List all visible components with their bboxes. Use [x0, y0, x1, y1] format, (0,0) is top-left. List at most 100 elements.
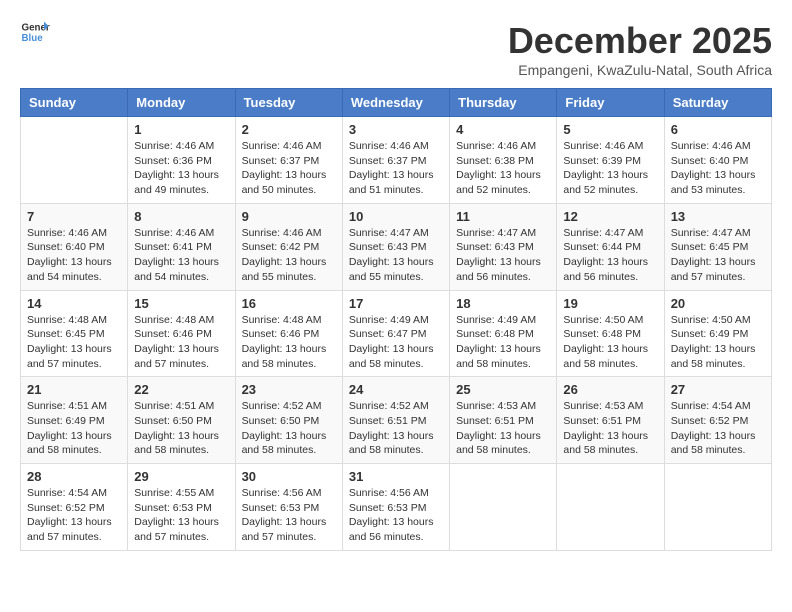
day-info: Sunrise: 4:53 AMSunset: 6:51 PMDaylight:…: [456, 399, 550, 458]
day-cell: 4 Sunrise: 4:46 AMSunset: 6:38 PMDaylight…: [450, 117, 557, 204]
day-cell: 18 Sunrise: 4:49 AMSunset: 6:48 PMDayligh…: [450, 290, 557, 377]
day-cell: [557, 464, 664, 551]
week-row-5: 28 Sunrise: 4:54 AMSunset: 6:52 PMDayligh…: [21, 464, 772, 551]
day-info: Sunrise: 4:49 AMSunset: 6:47 PMDaylight:…: [349, 313, 443, 372]
day-info: Sunrise: 4:46 AMSunset: 6:37 PMDaylight:…: [349, 139, 443, 198]
day-cell: 6 Sunrise: 4:46 AMSunset: 6:40 PMDaylight…: [664, 117, 771, 204]
title-area: December 2025 Empangeni, KwaZulu-Natal, …: [508, 20, 772, 78]
day-number: 16: [242, 296, 336, 311]
day-cell: 26Sunrise: 4:53 AMSunset: 6:51 PMDayligh…: [557, 377, 664, 464]
day-number: 28: [27, 469, 121, 484]
day-cell: 25 Sunrise: 4:53 AMSunset: 6:51 PMDayligh…: [450, 377, 557, 464]
header-tuesday: Tuesday: [235, 89, 342, 117]
month-title: December 2025: [508, 20, 772, 62]
day-cell: 2 Sunrise: 4:46 AMSunset: 6:37 PMDaylight…: [235, 117, 342, 204]
day-number: 12: [563, 209, 657, 224]
day-info: Sunrise: 4:52 AMSunset: 6:51 PMDaylight:…: [349, 399, 443, 458]
day-cell: [450, 464, 557, 551]
day-number: 1: [134, 122, 228, 137]
day-cell: 24 Sunrise: 4:52 AMSunset: 6:51 PMDayligh…: [342, 377, 449, 464]
day-number: 24: [349, 382, 443, 397]
day-cell: 7Sunrise: 4:46 AMSunset: 6:40 PMDaylight…: [21, 203, 128, 290]
day-number: 25: [456, 382, 550, 397]
day-info: Sunrise: 4:46 AMSunset: 6:37 PMDaylight:…: [242, 139, 336, 198]
day-number: 29: [134, 469, 228, 484]
week-row-2: 7Sunrise: 4:46 AMSunset: 6:40 PMDaylight…: [21, 203, 772, 290]
day-info: Sunrise: 4:48 AMSunset: 6:46 PMDaylight:…: [242, 313, 336, 372]
day-info: Sunrise: 4:51 AMSunset: 6:50 PMDaylight:…: [134, 399, 228, 458]
header-row: SundayMondayTuesdayWednesdayThursdayFrid…: [21, 89, 772, 117]
day-cell: [21, 117, 128, 204]
day-info: Sunrise: 4:54 AMSunset: 6:52 PMDaylight:…: [27, 486, 121, 545]
header-wednesday: Wednesday: [342, 89, 449, 117]
day-number: 13: [671, 209, 765, 224]
day-cell: 5 Sunrise: 4:46 AMSunset: 6:39 PMDaylight…: [557, 117, 664, 204]
day-info: Sunrise: 4:49 AMSunset: 6:48 PMDaylight:…: [456, 313, 550, 372]
day-info: Sunrise: 4:48 AMSunset: 6:45 PMDaylight:…: [27, 313, 121, 372]
day-cell: 8 Sunrise: 4:46 AMSunset: 6:41 PMDaylight…: [128, 203, 235, 290]
svg-text:Blue: Blue: [22, 33, 44, 44]
day-number: 31: [349, 469, 443, 484]
day-cell: 23 Sunrise: 4:52 AMSunset: 6:50 PMDayligh…: [235, 377, 342, 464]
day-number: 14: [27, 296, 121, 311]
location-title: Empangeni, KwaZulu-Natal, South Africa: [508, 62, 772, 78]
day-info: Sunrise: 4:47 AMSunset: 6:45 PMDaylight:…: [671, 226, 765, 285]
day-cell: 20 Sunrise: 4:50 AMSunset: 6:49 PMDayligh…: [664, 290, 771, 377]
day-cell: 29 Sunrise: 4:55 AMSunset: 6:53 PMDayligh…: [128, 464, 235, 551]
day-cell: 27 Sunrise: 4:54 AMSunset: 6:52 PMDayligh…: [664, 377, 771, 464]
day-info: Sunrise: 4:50 AMSunset: 6:49 PMDaylight:…: [671, 313, 765, 372]
day-cell: 31 Sunrise: 4:56 AMSunset: 6:53 PMDayligh…: [342, 464, 449, 551]
day-cell: 13 Sunrise: 4:47 AMSunset: 6:45 PMDayligh…: [664, 203, 771, 290]
day-number: 27: [671, 382, 765, 397]
day-info: Sunrise: 4:56 AMSunset: 6:53 PMDaylight:…: [349, 486, 443, 545]
header-friday: Friday: [557, 89, 664, 117]
week-row-4: 21 Sunrise: 4:51 AMSunset: 6:49 PMDayligh…: [21, 377, 772, 464]
day-number: 3: [349, 122, 443, 137]
day-number: 6: [671, 122, 765, 137]
day-cell: 16 Sunrise: 4:48 AMSunset: 6:46 PMDayligh…: [235, 290, 342, 377]
day-number: 18: [456, 296, 550, 311]
day-cell: 11 Sunrise: 4:47 AMSunset: 6:43 PMDayligh…: [450, 203, 557, 290]
day-info: Sunrise: 4:48 AMSunset: 6:46 PMDaylight:…: [134, 313, 228, 372]
day-info: Sunrise: 4:46 AMSunset: 6:42 PMDaylight:…: [242, 226, 336, 285]
day-number: 22: [134, 382, 228, 397]
day-cell: 15Sunrise: 4:48 AMSunset: 6:46 PMDayligh…: [128, 290, 235, 377]
header-saturday: Saturday: [664, 89, 771, 117]
header-monday: Monday: [128, 89, 235, 117]
header: General Blue December 2025 Empangeni, Kw…: [20, 20, 772, 78]
day-number: 8: [134, 209, 228, 224]
day-cell: 9 Sunrise: 4:46 AMSunset: 6:42 PMDaylight…: [235, 203, 342, 290]
day-info: Sunrise: 4:46 AMSunset: 6:36 PMDaylight:…: [134, 139, 228, 198]
day-cell: 14 Sunrise: 4:48 AMSunset: 6:45 PMDayligh…: [21, 290, 128, 377]
day-number: 21: [27, 382, 121, 397]
day-cell: 30Sunrise: 4:56 AMSunset: 6:53 PMDayligh…: [235, 464, 342, 551]
day-info: Sunrise: 4:47 AMSunset: 6:43 PMDaylight:…: [456, 226, 550, 285]
day-cell: [664, 464, 771, 551]
day-number: 17: [349, 296, 443, 311]
day-info: Sunrise: 4:47 AMSunset: 6:44 PMDaylight:…: [563, 226, 657, 285]
day-info: Sunrise: 4:53 AMSunset: 6:51 PMDaylight:…: [563, 399, 657, 458]
week-row-1: 1 Sunrise: 4:46 AMSunset: 6:36 PMDaylight…: [21, 117, 772, 204]
day-number: 30: [242, 469, 336, 484]
day-number: 2: [242, 122, 336, 137]
day-info: Sunrise: 4:54 AMSunset: 6:52 PMDaylight:…: [671, 399, 765, 458]
day-info: Sunrise: 4:55 AMSunset: 6:53 PMDaylight:…: [134, 486, 228, 545]
day-number: 5: [563, 122, 657, 137]
day-info: Sunrise: 4:50 AMSunset: 6:48 PMDaylight:…: [563, 313, 657, 372]
day-info: Sunrise: 4:51 AMSunset: 6:49 PMDaylight:…: [27, 399, 121, 458]
day-number: 20: [671, 296, 765, 311]
day-number: 7: [27, 209, 121, 224]
day-info: Sunrise: 4:46 AMSunset: 6:39 PMDaylight:…: [563, 139, 657, 198]
logo: General Blue: [20, 20, 50, 44]
day-number: 4: [456, 122, 550, 137]
day-info: Sunrise: 4:46 AMSunset: 6:41 PMDaylight:…: [134, 226, 228, 285]
day-number: 23: [242, 382, 336, 397]
day-number: 11: [456, 209, 550, 224]
calendar-table: SundayMondayTuesdayWednesdayThursdayFrid…: [20, 88, 772, 551]
day-info: Sunrise: 4:52 AMSunset: 6:50 PMDaylight:…: [242, 399, 336, 458]
day-info: Sunrise: 4:46 AMSunset: 6:40 PMDaylight:…: [671, 139, 765, 198]
day-cell: 28 Sunrise: 4:54 AMSunset: 6:52 PMDayligh…: [21, 464, 128, 551]
day-info: Sunrise: 4:47 AMSunset: 6:43 PMDaylight:…: [349, 226, 443, 285]
day-info: Sunrise: 4:46 AMSunset: 6:38 PMDaylight:…: [456, 139, 550, 198]
day-number: 9: [242, 209, 336, 224]
